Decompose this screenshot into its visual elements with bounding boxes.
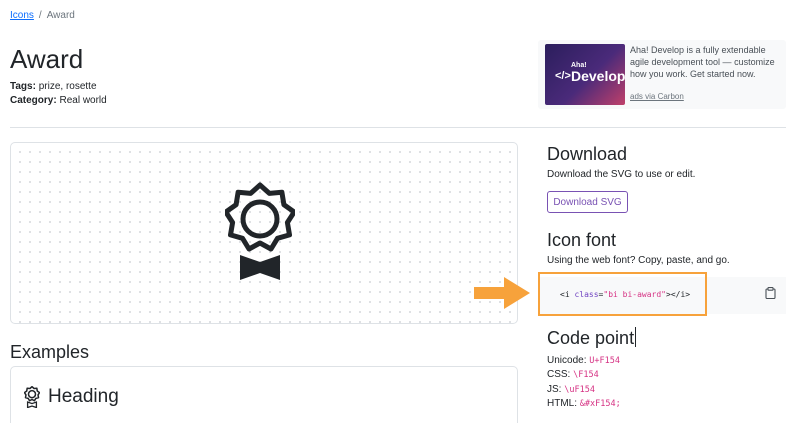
code-point-value[interactable]: &#xF154; [580, 399, 621, 409]
examples-title: Examples [10, 342, 90, 362]
example-heading-text: Heading [48, 386, 119, 407]
carbon-ad: Aha! </> Develop Aha! Develop is a fully… [538, 40, 786, 109]
code-point-label: Unicode: [547, 355, 587, 366]
code-point-value[interactable]: \uF154 [564, 385, 595, 395]
ad-text[interactable]: Aha! Develop is a fully extendable agile… [630, 44, 780, 80]
code-point-label: JS: [547, 384, 562, 395]
code-point-css: CSS: \F154 [547, 369, 599, 380]
code-point-unicode: Unicode: U+F154 [547, 355, 620, 366]
breadcrumb-current: Award [46, 10, 75, 21]
download-svg-button[interactable]: Download SVG [547, 191, 628, 213]
breadcrumb: Icons / Award [10, 10, 75, 21]
breadcrumb-link-icons[interactable]: Icons [10, 10, 34, 21]
tags-value: prize, rosette [38, 81, 97, 92]
breadcrumb-separator: / [38, 10, 42, 21]
header-divider [10, 127, 786, 128]
code-point-label: HTML: [547, 398, 577, 409]
icon-category: Category: Real world [10, 95, 107, 106]
icon-tags: Tags: prize, rosette [10, 81, 97, 92]
category-label: Category: [10, 95, 57, 106]
download-description: Download the SVG to use or edit. [547, 169, 696, 180]
page-title: Award [10, 44, 84, 74]
arrow-right-icon [474, 277, 530, 309]
code-point-html: HTML: &#xF154; [547, 398, 621, 409]
ad-image[interactable]: Aha! </> Develop [545, 44, 625, 105]
download-title: Download [547, 144, 628, 164]
clipboard-icon[interactable] [765, 287, 776, 299]
code-highlight-box [538, 272, 707, 316]
ad-logo-big: Develop [571, 68, 626, 84]
code-point-value[interactable]: U+F154 [589, 356, 620, 366]
ad-logo-code-icon: </> [555, 70, 571, 82]
icon-font-title: Icon font [547, 230, 617, 250]
code-point-label: CSS: [547, 369, 571, 380]
category-value: Real world [59, 95, 107, 106]
ad-via-carbon-link[interactable]: ads via Carbon [630, 92, 684, 101]
icon-font-description: Using the web font? Copy, paste, and go. [547, 255, 730, 266]
award-icon [225, 182, 295, 280]
code-point-js: JS: \uF154 [547, 384, 595, 395]
award-icon [24, 386, 40, 408]
tags-label: Tags: [10, 81, 36, 92]
code-point-value[interactable]: \F154 [573, 370, 599, 380]
code-point-title: Code point [547, 327, 637, 349]
code-point-title-text: Code point [547, 328, 635, 348]
example-heading: Heading [24, 386, 119, 408]
text-caret [635, 327, 637, 347]
